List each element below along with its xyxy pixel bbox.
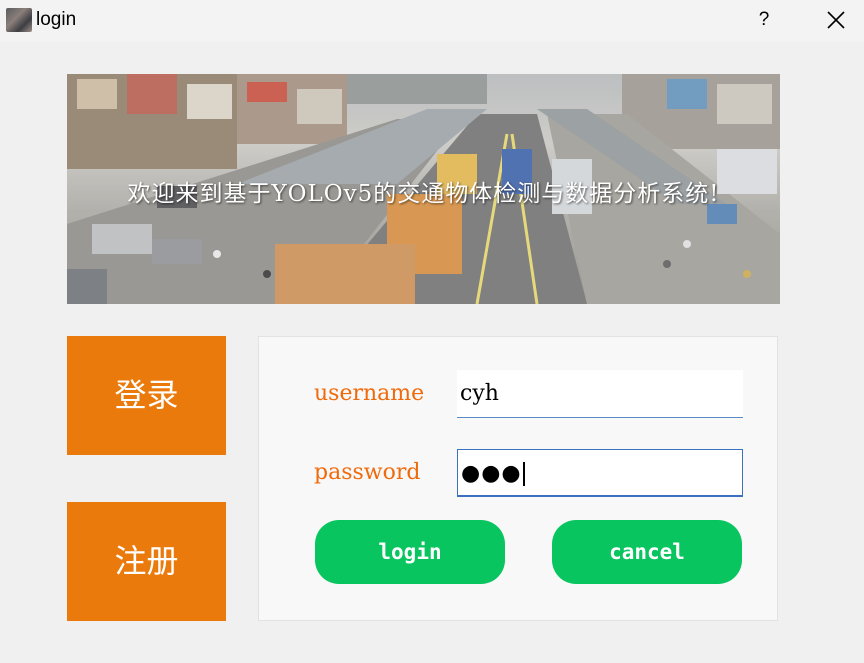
register-side-button[interactable]: 注册 [67, 502, 226, 621]
password-mask: ●●● [461, 461, 522, 486]
banner-image: 欢迎来到基于YOLOv5的交通物体检测与数据分析系统! [67, 74, 780, 304]
password-label: password [314, 460, 421, 485]
cancel-button[interactable]: cancel [552, 520, 742, 584]
password-input[interactable]: ●●● [457, 449, 743, 497]
title-bar: login ? [0, 0, 864, 42]
text-caret [522, 462, 525, 486]
username-label: username [314, 381, 425, 406]
login-side-button[interactable]: 登录 [67, 336, 226, 455]
app-icon [6, 8, 32, 32]
window-title: login [36, 9, 77, 30]
banner-welcome-text: 欢迎来到基于YOLOv5的交通物体检测与数据分析系统! [127, 181, 720, 207]
close-icon [827, 11, 845, 29]
login-button[interactable]: login [315, 520, 505, 584]
login-form-panel: username cyh password ●●● login cancel [258, 336, 778, 621]
username-input[interactable]: cyh [457, 370, 743, 418]
help-button[interactable]: ? [748, 4, 780, 36]
close-button[interactable] [816, 4, 856, 36]
